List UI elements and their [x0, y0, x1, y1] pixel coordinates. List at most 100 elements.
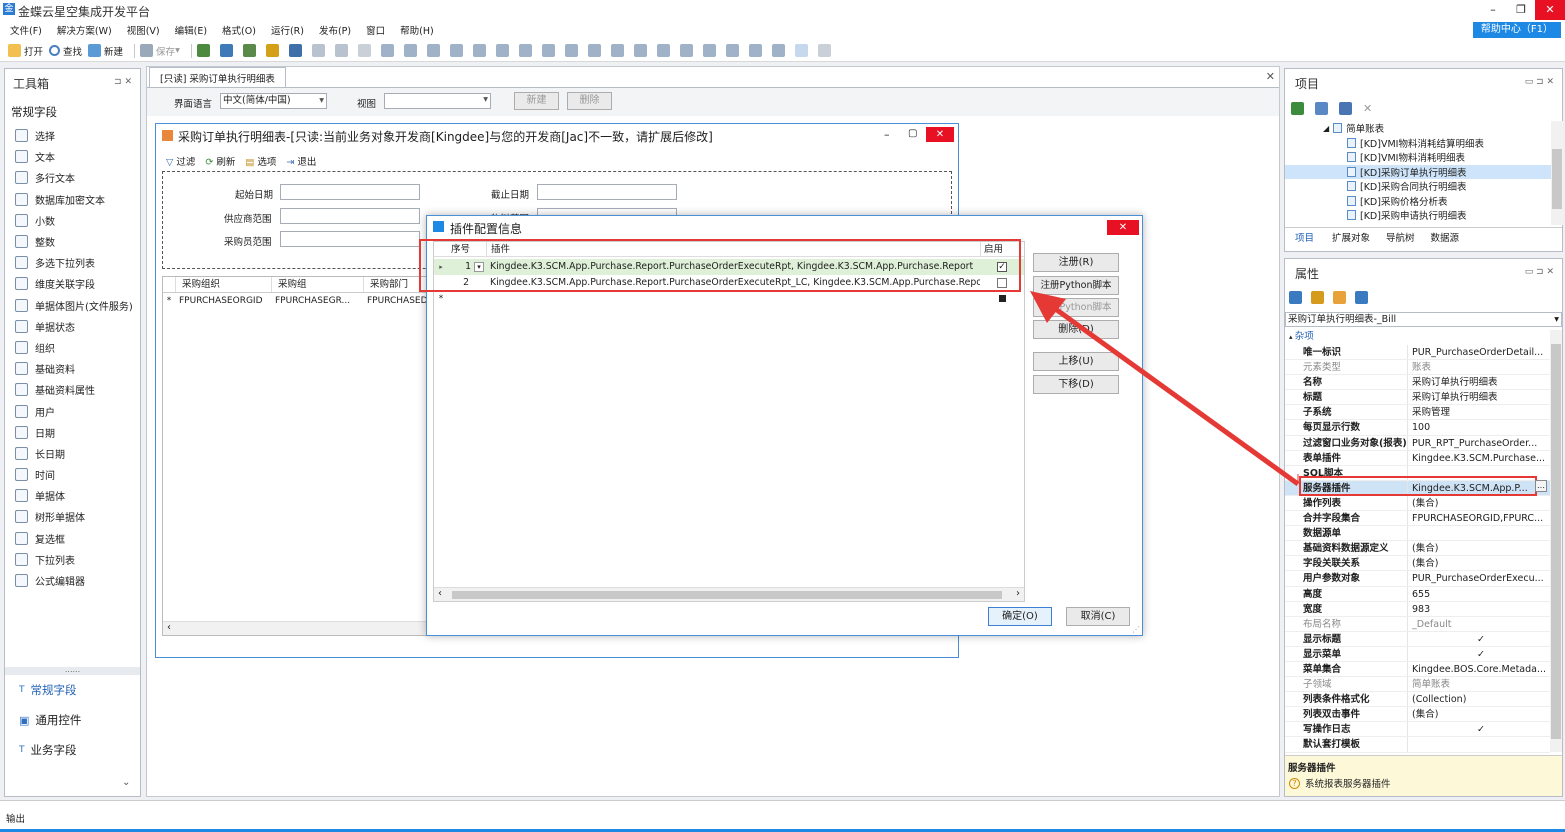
spacing-v-icon[interactable]: [495, 44, 509, 57]
enabled-checkbox[interactable]: [980, 291, 1024, 307]
filter-button[interactable]: ▽ 过滤: [166, 154, 195, 168]
toolbox-item[interactable]: 小数: [5, 210, 140, 231]
property-value[interactable]: 简单账表: [1407, 677, 1550, 692]
pin-close-icon[interactable]: ▭ ⊐ ✕: [1525, 267, 1554, 277]
property-row[interactable]: 数据源单: [1285, 526, 1550, 542]
toolbox-item[interactable]: 长日期: [5, 443, 140, 464]
menu-format[interactable]: 格式(O): [222, 23, 256, 37]
publish-icon[interactable]: [288, 44, 302, 57]
property-row[interactable]: 显示标题 ✓: [1285, 631, 1550, 647]
same-height-icon[interactable]: [633, 44, 647, 57]
property-row[interactable]: 元素类型 账表: [1285, 360, 1550, 376]
close-icon[interactable]: ✕: [1363, 102, 1372, 115]
property-row[interactable]: 写操作日志 ✓: [1285, 722, 1550, 738]
properties-icon[interactable]: [1333, 291, 1346, 304]
toolbox-item[interactable]: 单据体图片(文件服务): [5, 295, 140, 316]
toolbox-item[interactable]: 用户: [5, 400, 140, 421]
toolbox-item[interactable]: 基础资料: [5, 358, 140, 379]
extra-icon[interactable]: [817, 44, 831, 57]
start-date-field[interactable]: [280, 184, 420, 200]
property-value[interactable]: 采购管理: [1407, 405, 1550, 420]
property-value[interactable]: 655: [1407, 586, 1550, 601]
menu-help[interactable]: 帮助(H): [400, 23, 434, 37]
property-value[interactable]: _Default: [1407, 616, 1550, 631]
toolbox-item[interactable]: 公式编辑器: [5, 570, 140, 591]
find-button[interactable]: 查找: [49, 44, 82, 58]
tree-node-parent[interactable]: ◢ 简单账表: [1285, 121, 1551, 136]
buyer-range-field[interactable]: [280, 231, 420, 247]
redo-icon[interactable]: [334, 44, 348, 57]
property-checkbox[interactable]: ✓: [1407, 631, 1550, 646]
toolbox-item[interactable]: 复选框: [5, 528, 140, 549]
preview-icon[interactable]: [242, 44, 256, 57]
close-icon[interactable]: ✕: [926, 127, 954, 142]
table-row[interactable]: *: [434, 291, 1024, 307]
vertical-scrollbar[interactable]: [1550, 330, 1562, 752]
report-icon[interactable]: [219, 44, 233, 57]
property-value[interactable]: [1407, 737, 1550, 752]
tree-node[interactable]: [KD]采购价格分析表: [1285, 194, 1551, 209]
register-python-button[interactable]: 注册Python脚本: [1033, 276, 1119, 295]
property-value[interactable]: PUR_PurchaseOrderDetail...: [1407, 345, 1550, 360]
scroll-thumb[interactable]: [1552, 149, 1562, 209]
group-business-fields[interactable]: T 业务字段: [5, 735, 140, 765]
toolbox-item[interactable]: 单据状态: [5, 316, 140, 337]
spacing-icon[interactable]: [472, 44, 486, 57]
align-bottom-icon[interactable]: [564, 44, 578, 57]
minimize-icon[interactable]: –: [1479, 0, 1507, 20]
chevron-left-icon[interactable]: ‹: [167, 622, 171, 633]
doc-tab[interactable]: [只读] 采购订单执行明细表: [149, 67, 286, 87]
property-row[interactable]: 合并字段集合 FPURCHASEORGID,FPURC...: [1285, 511, 1550, 527]
align-center-icon[interactable]: [426, 44, 440, 57]
property-row[interactable]: 名称 采购订单执行明细表: [1285, 375, 1550, 391]
menu-publish[interactable]: 发布(P): [319, 23, 351, 37]
property-row[interactable]: 菜单集合 Kingdee.BOS.Core.Metada...: [1285, 661, 1550, 678]
maximize-icon[interactable]: ▢: [908, 128, 917, 139]
refresh-button[interactable]: ⟳ 刷新: [205, 154, 235, 168]
new-button[interactable]: 新建: [88, 44, 123, 58]
align-left-icon[interactable]: [380, 44, 394, 57]
property-row[interactable]: 操作列表 (集合): [1285, 495, 1550, 512]
move-up-button[interactable]: 上移(U): [1033, 352, 1119, 371]
toolbox-item[interactable]: 日期: [5, 422, 140, 443]
pin-close-icon[interactable]: ▭ ⊐ ✕: [1525, 77, 1554, 87]
property-value[interactable]: 983: [1407, 601, 1550, 616]
refresh-icon[interactable]: [1291, 102, 1304, 115]
property-value[interactable]: (集合): [1407, 556, 1550, 571]
distribute-h-icon[interactable]: [449, 44, 463, 57]
property-value[interactable]: Kingdee.K3.SCM.Purchase...: [1407, 450, 1550, 465]
toolbox-item[interactable]: 基础资料属性: [5, 379, 140, 400]
property-value[interactable]: (Collection): [1407, 692, 1550, 707]
toolbox-item[interactable]: 下拉列表: [5, 549, 140, 570]
menu-run[interactable]: 运行(R): [271, 23, 304, 37]
end-date-field[interactable]: [537, 184, 677, 200]
toolbox-item[interactable]: 数据库加密文本: [5, 189, 140, 210]
register-button[interactable]: 注册(R): [1033, 253, 1119, 272]
exit-button[interactable]: ⇥ 退出: [286, 154, 316, 168]
plugin-icon[interactable]: [265, 44, 279, 57]
property-row[interactable]: 布局名称 _Default: [1285, 616, 1550, 632]
toolbox-item[interactable]: 组织: [5, 337, 140, 358]
align-middle-icon[interactable]: [541, 44, 555, 57]
menu-file[interactable]: 文件(F): [10, 23, 42, 37]
move-down-button[interactable]: 下移(D): [1033, 375, 1119, 394]
same-size-icon[interactable]: [656, 44, 670, 57]
bring-front-icon[interactable]: [748, 44, 762, 57]
tree-node[interactable]: [KD]采购合同执行明细表: [1285, 179, 1551, 194]
grid-header-cell[interactable]: 采购组织: [175, 277, 271, 292]
cancel-button[interactable]: 取消(C): [1066, 607, 1130, 626]
property-value[interactable]: 100: [1407, 420, 1550, 435]
close-icon[interactable]: ✕: [1266, 70, 1275, 83]
categorized-icon[interactable]: [1289, 291, 1302, 304]
property-row[interactable]: 宽度 983: [1285, 601, 1550, 617]
delete-icon[interactable]: [357, 44, 371, 57]
chevron-down-icon[interactable]: ⌄: [122, 777, 130, 788]
menu-window[interactable]: 窗口: [366, 23, 385, 37]
property-value[interactable]: 采购订单执行明细表: [1407, 390, 1550, 405]
align-right-icon[interactable]: [403, 44, 417, 57]
minimize-icon[interactable]: –: [884, 128, 890, 141]
open-button[interactable]: 打开: [8, 44, 43, 58]
group-common-controls[interactable]: ▣ 通用控件: [5, 705, 140, 735]
property-row[interactable]: 标题 采购订单执行明细表: [1285, 390, 1550, 406]
undo-icon[interactable]: [311, 44, 325, 57]
